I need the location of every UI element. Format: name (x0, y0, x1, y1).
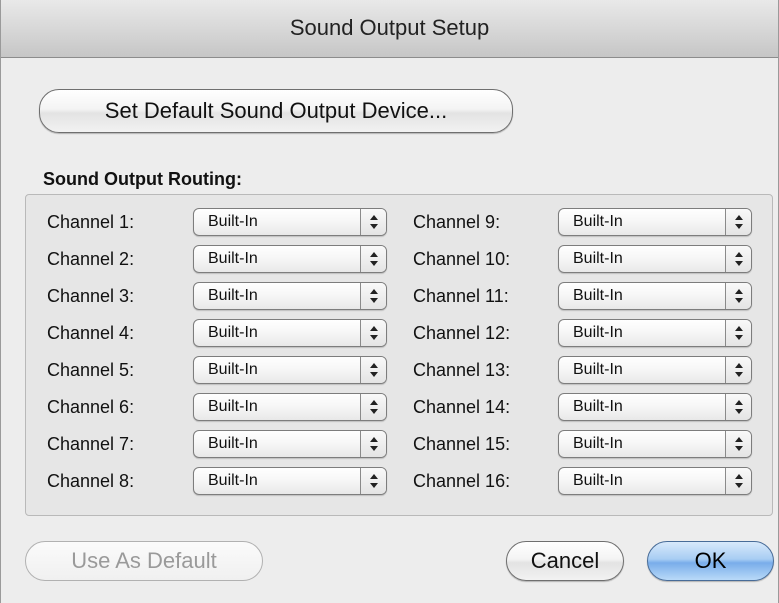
channel-label: Channel 2: (47, 249, 135, 269)
ok-button[interactable]: OK (647, 541, 774, 581)
select-value: Built-In (208, 213, 258, 230)
channel-label: Channel 12: (413, 323, 511, 343)
select-value: Built-In (208, 361, 258, 378)
select-value: Built-In (208, 435, 258, 452)
channel-label: Channel 4: (47, 323, 135, 343)
channel-output-select[interactable]: Built-In (558, 430, 752, 458)
select-value: Built-In (573, 324, 623, 341)
up-down-chevron-icon (360, 468, 386, 494)
up-down-chevron-icon (725, 468, 751, 494)
select-value: Built-In (208, 250, 258, 267)
select-value: Built-In (208, 324, 258, 341)
up-down-chevron-icon (725, 357, 751, 383)
up-down-chevron-icon (725, 394, 751, 420)
channel-output-select[interactable]: Built-In (558, 356, 752, 384)
channel-label: Channel 5: (47, 360, 135, 380)
channel-output-select[interactable]: Built-In (558, 467, 752, 495)
up-down-chevron-icon (360, 320, 386, 346)
channel-output-select[interactable]: Built-In (558, 245, 752, 273)
select-value: Built-In (573, 287, 623, 304)
channel-label: Channel 6: (47, 397, 135, 417)
channel-output-select[interactable]: Built-In (193, 430, 387, 458)
routing-section-label: Sound Output Routing: (43, 169, 242, 189)
channel-output-select[interactable]: Built-In (558, 319, 752, 347)
up-down-chevron-icon (360, 283, 386, 309)
up-down-chevron-icon (725, 209, 751, 235)
up-down-chevron-icon (360, 357, 386, 383)
channel-output-select[interactable]: Built-In (558, 208, 752, 236)
window-title: Sound Output Setup (289, 15, 490, 40)
up-down-chevron-icon (725, 320, 751, 346)
channel-output-select[interactable]: Built-In (193, 282, 387, 310)
channel-output-select[interactable]: Built-In (558, 393, 752, 421)
up-down-chevron-icon (725, 246, 751, 272)
title-bar[interactable]: Sound Output Setup (1, 0, 778, 58)
channel-output-select[interactable]: Built-In (193, 245, 387, 273)
channel-label: Channel 3: (47, 286, 135, 306)
select-value: Built-In (573, 472, 623, 489)
select-value: Built-In (208, 398, 258, 415)
select-value: Built-In (573, 361, 623, 378)
channel-output-select[interactable]: Built-In (193, 319, 387, 347)
select-value: Built-In (208, 287, 258, 304)
sound-output-setup-dialog: Sound Output Setup Set Default Sound Out… (0, 0, 779, 603)
select-value: Built-In (573, 250, 623, 267)
up-down-chevron-icon (360, 394, 386, 420)
up-down-chevron-icon (360, 246, 386, 272)
use-as-default-button[interactable]: Use As Default (25, 541, 263, 581)
select-value: Built-In (573, 398, 623, 415)
up-down-chevron-icon (725, 431, 751, 457)
channel-label: Channel 11: (413, 286, 509, 306)
channel-output-select[interactable]: Built-In (193, 393, 387, 421)
channel-output-select[interactable]: Built-In (193, 467, 387, 495)
channel-label: Channel 16: (413, 471, 511, 491)
channel-label: Channel 1: (47, 212, 135, 232)
up-down-chevron-icon (360, 431, 386, 457)
channel-label: Channel 8: (47, 471, 135, 491)
channel-output-select[interactable]: Built-In (193, 208, 387, 236)
set-default-output-device-button[interactable]: Set Default Sound Output Device... (39, 89, 513, 133)
channel-label: Channel 7: (47, 434, 135, 454)
channel-label: Channel 15: (413, 434, 511, 454)
up-down-chevron-icon (360, 209, 386, 235)
select-value: Built-In (573, 213, 623, 230)
channel-label: Channel 9: (413, 212, 501, 232)
select-value: Built-In (573, 435, 623, 452)
channel-output-select[interactable]: Built-In (193, 356, 387, 384)
channel-label: Channel 10: (413, 249, 511, 269)
up-down-chevron-icon (725, 283, 751, 309)
cancel-button[interactable]: Cancel (506, 541, 624, 581)
channel-output-select[interactable]: Built-In (558, 282, 752, 310)
channel-label: Channel 13: (413, 360, 511, 380)
select-value: Built-In (208, 472, 258, 489)
channel-label: Channel 14: (413, 397, 511, 417)
